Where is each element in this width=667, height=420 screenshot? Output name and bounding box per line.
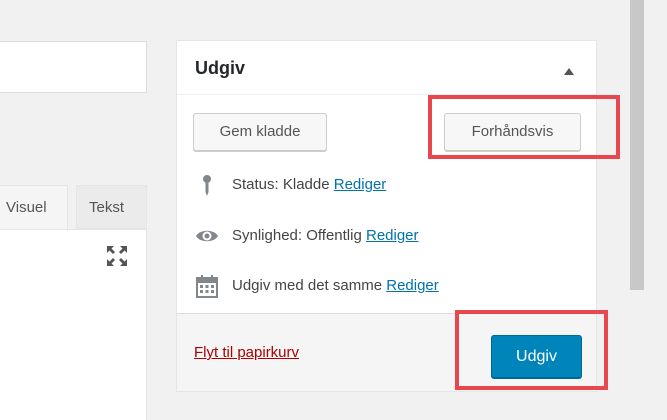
clipped-top-text	[0, 0, 667, 10]
trash-link[interactable]: Flyt til papirkurv	[194, 344, 299, 361]
visibility-text: Synlighed: Offentlig	[232, 227, 362, 244]
eye-icon	[195, 224, 219, 248]
scrollbar-thumb[interactable]	[630, 0, 644, 290]
publish-highlight-box	[455, 310, 608, 390]
right-edge	[650, 0, 667, 420]
visibility-edit-link[interactable]: Rediger	[366, 227, 419, 244]
fullscreen-icon[interactable]	[105, 244, 129, 268]
tab-text[interactable]: Tekst	[76, 185, 147, 229]
status-text: Status: Kladde	[232, 176, 330, 193]
triangle-up-icon[interactable]	[562, 64, 576, 76]
schedule-edit-link[interactable]: Rediger	[386, 277, 439, 294]
tab-visual-label: Visuel	[6, 199, 47, 216]
schedule-text: Udgiv med det samme	[232, 277, 383, 294]
post-title-input[interactable]	[0, 41, 147, 93]
save-draft-button[interactable]: Gem kladde	[193, 113, 327, 151]
preview-highlight-box	[428, 95, 620, 159]
calendar-icon	[195, 274, 219, 298]
publish-box-title: Udgiv	[195, 58, 246, 78]
pin-icon	[195, 173, 219, 197]
status-edit-link[interactable]: Rediger	[334, 176, 387, 193]
tab-text-label: Tekst	[89, 199, 125, 216]
tab-visual[interactable]: Visuel	[0, 185, 68, 229]
